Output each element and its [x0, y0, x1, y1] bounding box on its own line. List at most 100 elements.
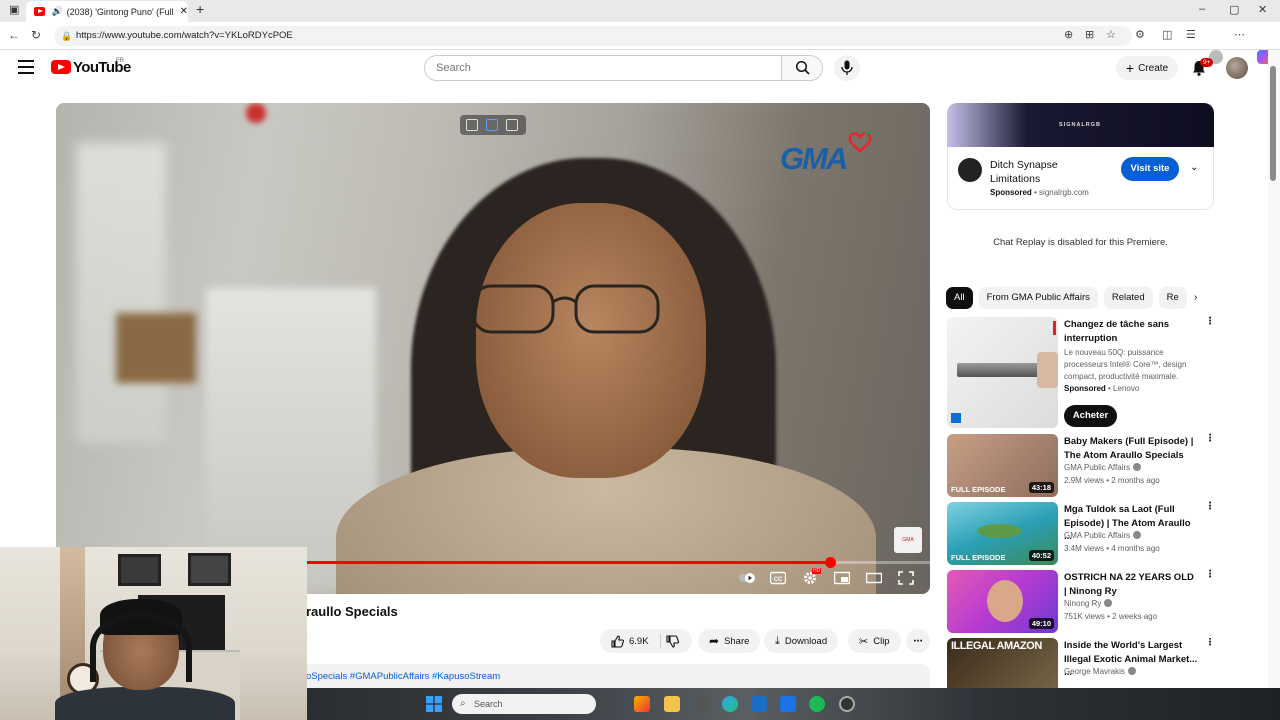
copilot-taskbar-icon[interactable]	[634, 696, 650, 712]
create-button[interactable]: + Create	[1116, 56, 1178, 80]
recommendation-item[interactable]: FULL EPISODE 43:18 Baby Makers (Full Epi…	[947, 434, 1215, 497]
more-vertical-icon[interactable]: ⋮	[1205, 638, 1214, 648]
ad-rec-description: Le nouveau 50Q: puissance processeurs In…	[1064, 348, 1187, 381]
ad-sponsored-label: Sponsored	[990, 188, 1032, 197]
refresh-icon[interactable]: ↻	[31, 28, 41, 42]
chip-recent[interactable]: Re	[1158, 287, 1187, 309]
chip-from-gma[interactable]: From GMA Public Affairs	[978, 287, 1098, 309]
video-meta: 3.4M views • 4 months ago	[1064, 544, 1160, 553]
recommendation-item[interactable]: ILLEGAL AMAZON Inside the World's Larges…	[947, 638, 1214, 688]
site-info-icon[interactable]: 🔒	[61, 26, 72, 46]
tab-actions-icon[interactable]: ▣	[9, 3, 19, 16]
hamburger-menu-icon[interactable]	[18, 60, 34, 74]
channel-name[interactable]: George Mavrakis	[1064, 667, 1136, 676]
channel-name[interactable]: GMA Public Affairs	[1064, 463, 1142, 472]
video-title[interactable]: OSTRICH NA 22 YEARS OLD | Ninong Ry	[1064, 571, 1198, 598]
more-options-icon[interactable]: ⋯	[1234, 28, 1245, 41]
search-button[interactable]	[781, 55, 823, 81]
cam-headphones	[90, 612, 192, 682]
file-explorer-icon[interactable]	[664, 696, 680, 712]
edge-icon[interactable]	[722, 696, 738, 712]
video-title: raullo Specials	[306, 604, 398, 619]
windows-start-icon[interactable]	[426, 696, 442, 712]
spotify-icon[interactable]	[809, 696, 825, 712]
more-vertical-icon[interactable]: ⋮	[1205, 570, 1215, 580]
share-button[interactable]: ➦ Share	[698, 629, 761, 653]
captions-icon[interactable]: CC	[770, 571, 786, 585]
more-actions-button[interactable]: ⋯	[906, 629, 930, 653]
app-icon[interactable]: ⊞	[1085, 28, 1094, 41]
thumbs-down-icon[interactable]	[666, 635, 679, 648]
ad-recommendation[interactable]: Changez de tâche sans interruption Le no…	[947, 317, 1215, 429]
obs-icon[interactable]	[839, 696, 855, 712]
ad-domain: signalrgb.com	[1039, 188, 1089, 197]
back-icon[interactable]: ←	[8, 28, 20, 42]
verified-icon	[1127, 667, 1136, 675]
autoplay-toggle-icon[interactable]	[739, 571, 755, 585]
download-button[interactable]: ⤓ Download	[764, 629, 839, 653]
recommendation-item[interactable]: FULL EPISODE 40:52 Mga Tuldok sa Laot (F…	[947, 502, 1215, 565]
theater-mode-icon[interactable]	[866, 571, 882, 585]
more-vertical-icon[interactable]: ⋮	[1205, 317, 1215, 327]
video-title[interactable]: Baby Makers (Full Episode) | The Atom Ar…	[1064, 435, 1198, 462]
voice-search-button[interactable]	[834, 55, 860, 81]
browser-tab[interactable]: 🔊 (2038) 'Gintong Puno' (Full E ✕	[26, 1, 188, 22]
chevron-down-icon[interactable]: ⌄	[1190, 162, 1198, 173]
search-input[interactable]: Search	[424, 55, 782, 81]
taskbar-search-input[interactable]: ⌕ Search	[452, 694, 596, 714]
notes-icon[interactable]	[506, 119, 518, 131]
clip-button[interactable]: ✂ Clip	[848, 629, 901, 653]
store-icon[interactable]	[693, 696, 709, 712]
video-thumbnail[interactable]: FULL EPISODE 43:18	[947, 434, 1058, 497]
ad-banner-image[interactable]: SIGNALRGB	[947, 103, 1214, 147]
collapse-icon[interactable]	[466, 119, 478, 131]
miniplayer-icon[interactable]	[834, 571, 850, 585]
video-thumbnail[interactable]: ILLEGAL AMAZON	[947, 638, 1058, 688]
favorite-star-icon[interactable]: ☆	[1106, 28, 1116, 41]
ad-thumbnail-intel-badge	[951, 413, 961, 423]
cam-picture-frame	[118, 554, 161, 586]
ad-rec-advertiser: Lenovo	[1113, 384, 1140, 393]
favorites-icon[interactable]: ☰	[1186, 28, 1196, 41]
minimize-icon[interactable]: –	[1199, 3, 1205, 15]
extensions-icon[interactable]: ⚙	[1135, 28, 1145, 41]
ad-title[interactable]: Ditch Synapse Limitations	[990, 158, 1110, 186]
channel-name[interactable]: Ninong Ry	[1064, 599, 1113, 608]
translate-icon[interactable]: ⊕	[1064, 28, 1073, 41]
new-tab-icon[interactable]: +	[196, 1, 204, 17]
chip-all[interactable]: All	[946, 287, 973, 309]
scrollbar-thumb[interactable]	[1270, 66, 1276, 181]
microphone-icon	[841, 60, 853, 75]
video-player[interactable]: GMA GMA CC HD	[56, 103, 930, 594]
recommendation-item[interactable]: 49:10 OSTRICH NA 22 YEARS OLD | Ninong R…	[947, 570, 1215, 633]
thumbnail-badge: FULL EPISODE	[951, 485, 1006, 494]
split-screen-icon[interactable]: ◫	[1162, 28, 1172, 41]
player-overlay-buttons[interactable]	[460, 115, 526, 135]
fullscreen-icon[interactable]	[898, 571, 914, 585]
more-vertical-icon[interactable]: ⋮	[1205, 502, 1215, 512]
download-label: Download	[784, 635, 828, 647]
app-icon[interactable]	[751, 696, 767, 712]
video-thumbnail[interactable]: FULL EPISODE 40:52	[947, 502, 1058, 565]
chevron-right-icon[interactable]: ›	[1194, 292, 1197, 303]
close-tab-icon[interactable]: ✕	[180, 6, 188, 17]
visit-site-button[interactable]: Visit site	[1121, 157, 1179, 181]
ad-rec-title[interactable]: Changez de tâche sans interruption	[1064, 318, 1198, 345]
editor-icon[interactable]	[780, 696, 796, 712]
video-thumbnail[interactable]: 49:10	[947, 570, 1058, 633]
description-hashtags[interactable]: oSpecials #GMAPublicAffairs #KapusoStrea…	[306, 671, 500, 682]
chip-related[interactable]: Related	[1103, 287, 1153, 309]
more-vertical-icon[interactable]: ⋮	[1205, 434, 1215, 444]
ad-thumbnail[interactable]	[947, 317, 1058, 428]
acheter-button[interactable]: Acheter	[1064, 405, 1117, 427]
miniplayer-icon[interactable]	[486, 119, 498, 131]
subject-face	[476, 203, 706, 478]
channel-name[interactable]: GMA Public Affairs	[1064, 531, 1142, 540]
youtube-logo-icon[interactable]	[51, 60, 71, 74]
webcam-overlay	[0, 547, 307, 720]
close-window-icon[interactable]: ✕	[1258, 3, 1267, 16]
url-field[interactable]: 🔒 https://www.youtube.com/watch?v=YKLoRD…	[54, 26, 1132, 46]
maximize-icon[interactable]: ▢	[1229, 3, 1239, 16]
ad-rec-meta: Sponsored • Lenovo	[1064, 384, 1139, 393]
account-avatar[interactable]	[1226, 57, 1248, 79]
